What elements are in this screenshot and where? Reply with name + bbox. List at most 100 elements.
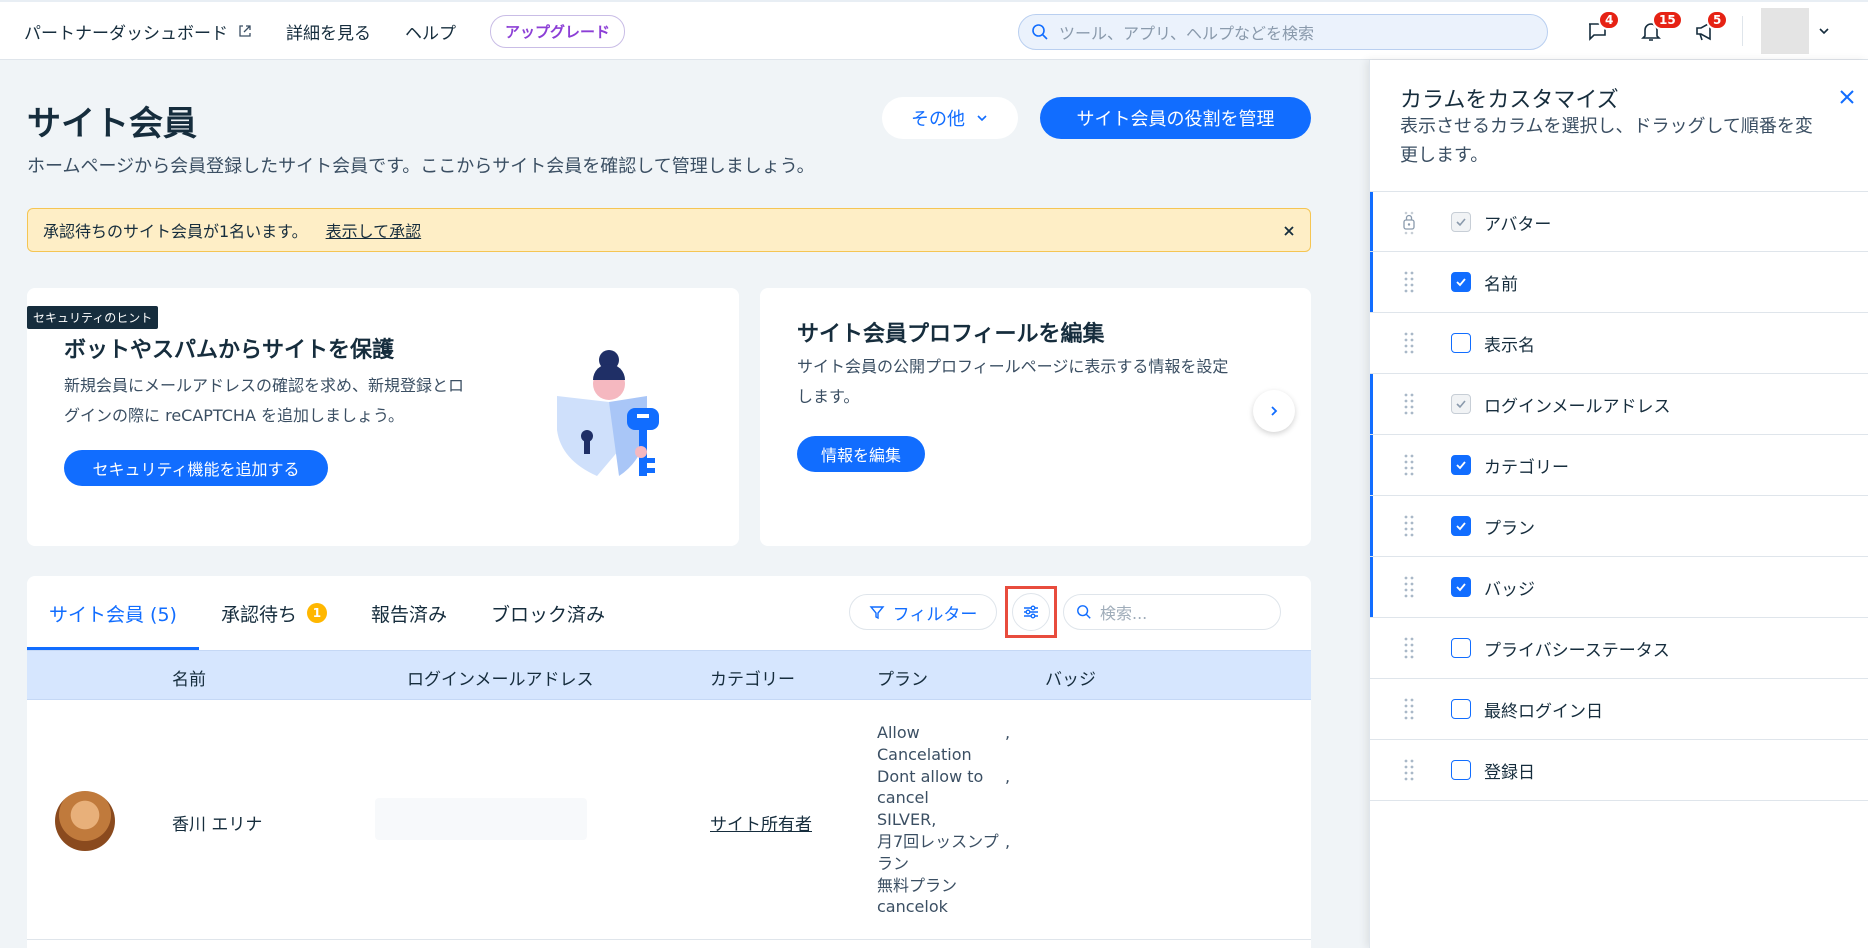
chevron-down-icon: [977, 115, 987, 122]
column-label: プラン: [1484, 519, 1535, 539]
sliders-icon: [1024, 605, 1038, 619]
tab-reported[interactable]: 報告済み: [349, 576, 469, 650]
column-label: ログインメールアドレス: [1484, 397, 1671, 417]
notifications-button[interactable]: 15: [1624, 2, 1683, 60]
search-icon: [1077, 605, 1091, 619]
tab-blocked[interactable]: ブロック済み: [469, 576, 627, 650]
column-label: 最終ログイン日: [1484, 702, 1603, 722]
members-table-card: サイト会員 (5) 承認待ち 1 報告済み ブロック済み フィルター 検索...…: [27, 576, 1311, 948]
filter-button[interactable]: フィルター: [849, 594, 997, 630]
column-checkbox[interactable]: [1451, 333, 1471, 353]
card-title: ボットやスパムからサイトを保護: [64, 338, 395, 363]
top-bar: パートナーダッシュボード 詳細を見る ヘルプ アップグレード ツール、アプリ、ヘ…: [0, 0, 1868, 60]
messages-badge: 4: [1598, 10, 1621, 30]
header-category[interactable]: カテゴリー: [710, 665, 795, 690]
drag-handle-icon[interactable]: [1404, 392, 1414, 418]
edit-profile-card: サイト会員プロフィールを編集 サイト会員の公開プロフィールページに表示する情報を…: [760, 288, 1311, 546]
column-label: アバター: [1484, 215, 1552, 235]
column-checkbox[interactable]: [1451, 455, 1471, 475]
view-and-approve-link[interactable]: 表示して承認: [326, 218, 422, 242]
tab-members[interactable]: サイト会員 (5): [27, 576, 199, 650]
manage-roles-button[interactable]: サイト会員の役割を管理: [1040, 97, 1311, 139]
divider: [1742, 16, 1743, 46]
column-checkbox: [1451, 212, 1471, 232]
avatar: [55, 791, 115, 851]
panel-subtitle: 表示させるカラムを選択し、ドラッグして順番を変更します。: [1400, 116, 1813, 166]
top-nav: パートナーダッシュボード 詳細を見る ヘルプ アップグレード: [24, 2, 626, 60]
column-checkbox: [1451, 394, 1471, 414]
column-checkbox[interactable]: [1451, 272, 1471, 292]
check-icon: [1456, 583, 1466, 592]
column-item-category[interactable]: カテゴリー: [1370, 435, 1868, 496]
account-avatar[interactable]: [1761, 8, 1809, 54]
pending-approval-notice: 承認待ちのサイト会員が1名います。 表示して承認: [27, 208, 1311, 252]
help-link[interactable]: ヘルプ: [405, 19, 456, 44]
search-icon: [1032, 24, 1048, 40]
table-header: 名前 ログインメールアドレス カテゴリー プラン バッジ: [27, 650, 1311, 700]
check-icon: [1456, 461, 1466, 470]
column-checkbox[interactable]: [1451, 516, 1471, 536]
column-item-last-login[interactable]: 最終ログイン日: [1370, 679, 1868, 740]
customize-columns-button[interactable]: [1012, 593, 1050, 631]
security-tip-card: セキュリティのヒント ボットやスパムからサイトを保護 新規会員にメールアドレスの…: [27, 288, 739, 546]
drag-handle-icon[interactable]: [1404, 514, 1414, 540]
drag-handle-icon[interactable]: [1404, 758, 1414, 784]
partner-dashboard-link[interactable]: パートナーダッシュボード: [24, 19, 252, 44]
messages-button[interactable]: 4: [1570, 2, 1624, 60]
column-checkbox[interactable]: [1451, 577, 1471, 597]
details-link[interactable]: 詳細を見る: [286, 19, 371, 44]
chevron-down-icon[interactable]: [1817, 24, 1831, 38]
table-row[interactable]: 香川 エリナ サイト所有者 Allow, Cancelation Dont al…: [27, 700, 1311, 940]
card-title: サイト会員プロフィールを編集: [797, 322, 1105, 347]
header-name[interactable]: 名前: [172, 665, 206, 690]
page-subtitle: ホームページから会員登録したサイト会員です。ここからサイト会員を確認して管理しま…: [27, 156, 815, 177]
announcements-button[interactable]: 5: [1678, 2, 1732, 60]
column-label: カテゴリー: [1484, 458, 1569, 478]
tab-pending[interactable]: 承認待ち 1: [199, 576, 349, 650]
members-search-input[interactable]: 検索...: [1063, 594, 1281, 630]
lock-icon: [1403, 211, 1415, 235]
drag-handle-icon[interactable]: [1404, 331, 1414, 357]
column-item-registration-date[interactable]: 登録日: [1370, 740, 1868, 801]
column-item-badge[interactable]: バッジ: [1370, 557, 1868, 618]
column-label: 名前: [1484, 275, 1518, 295]
add-security-button[interactable]: セキュリティ機能を追加する: [64, 450, 328, 486]
customize-columns-button-highlight: [1005, 586, 1057, 638]
column-item-display-name[interactable]: 表示名: [1370, 313, 1868, 374]
column-checkbox[interactable]: [1451, 760, 1471, 780]
page-title: サイト会員: [27, 104, 197, 144]
column-item-plan[interactable]: プラン: [1370, 496, 1868, 557]
column-checkbox[interactable]: [1451, 699, 1471, 719]
drag-handle-icon[interactable]: [1404, 697, 1414, 723]
column-item-avatar[interactable]: アバター: [1370, 191, 1868, 252]
column-checkbox[interactable]: [1451, 638, 1471, 658]
member-email-redacted: [375, 798, 587, 840]
column-item-login-email[interactable]: ログインメールアドレス: [1370, 374, 1868, 435]
close-icon[interactable]: [1838, 88, 1856, 106]
column-item-name[interactable]: 名前: [1370, 252, 1868, 313]
drag-handle-icon[interactable]: [1404, 575, 1414, 601]
more-actions-button[interactable]: その他: [882, 97, 1018, 139]
members-tabs: サイト会員 (5) 承認待ち 1 報告済み ブロック済み: [27, 576, 627, 650]
drag-handle-icon[interactable]: [1404, 270, 1414, 296]
column-item-privacy-status[interactable]: プライバシーステータス: [1370, 618, 1868, 679]
carousel-next-button[interactable]: [1253, 390, 1295, 432]
check-icon: [1456, 278, 1466, 287]
external-link-icon: [239, 25, 251, 37]
customize-columns-panel: カラムをカスタマイズ 表示させるカラムを選択し、ドラッグして順番を変更します。 …: [1369, 60, 1868, 948]
header-badge[interactable]: バッジ: [1045, 665, 1096, 690]
main-content: サイト会員 ホームページから会員登録したサイト会員です。ここからサイト会員を確認…: [0, 60, 1368, 948]
close-icon[interactable]: [1282, 224, 1296, 238]
global-search-input[interactable]: ツール、アプリ、ヘルプなどを検索: [1018, 14, 1548, 50]
drag-handle-icon[interactable]: [1404, 636, 1414, 662]
header-email[interactable]: ログインメールアドレス: [407, 665, 594, 690]
column-list: アバター 名前 表示名 ログインメールアドレス カテゴリー プラン バッジ プラ…: [1370, 191, 1868, 801]
pending-count-badge: 1: [306, 603, 327, 623]
upgrade-button[interactable]: アップグレード: [490, 14, 626, 48]
drag-handle-icon[interactable]: [1404, 453, 1414, 479]
edit-info-button[interactable]: 情報を編集: [797, 436, 925, 472]
header-plan[interactable]: プラン: [877, 665, 928, 690]
column-label: バッジ: [1484, 580, 1535, 600]
card-text: 新規会員にメールアドレスの確認を求め、新規登録とロ グインの際に reCAPTC…: [64, 376, 465, 425]
member-category-link[interactable]: サイト所有者: [710, 810, 812, 835]
